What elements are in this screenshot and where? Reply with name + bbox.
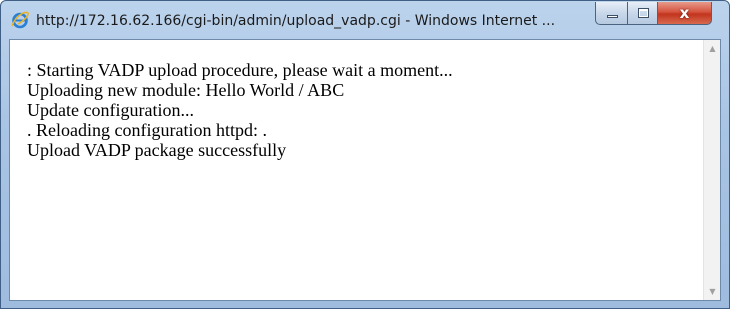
scroll-up-arrow-icon[interactable]: ▲ — [704, 40, 721, 57]
minimize-button[interactable] — [595, 2, 628, 25]
log-line: . Reloading configuration httpd: . — [27, 120, 267, 140]
upload-log: : Starting VADP upload procedure, please… — [10, 40, 704, 300]
log-line: Uploading new module: Hello World / ABC — [27, 80, 345, 100]
vertical-scrollbar[interactable]: ▲ ▼ — [703, 40, 720, 300]
scroll-down-arrow-icon[interactable]: ▼ — [704, 283, 721, 300]
close-button[interactable]: x — [657, 2, 712, 25]
log-line: Update configuration... — [27, 100, 194, 120]
internet-explorer-icon — [10, 10, 30, 30]
browser-popup-window: http://172.16.62.166/cgi-bin/admin/uploa… — [0, 0, 730, 309]
minimize-icon — [607, 15, 618, 18]
maximize-icon — [638, 8, 649, 18]
log-line: Upload VADP package successfully — [27, 140, 287, 160]
window-title: http://172.16.62.166/cgi-bin/admin/uploa… — [36, 13, 556, 29]
maximize-button[interactable] — [627, 2, 658, 25]
title-bar[interactable]: http://172.16.62.166/cgi-bin/admin/uploa… — [1, 1, 729, 39]
page-content: : Starting VADP upload procedure, please… — [9, 39, 721, 301]
log-line: : Starting VADP upload procedure, please… — [27, 60, 453, 80]
close-icon: x — [679, 4, 690, 22]
